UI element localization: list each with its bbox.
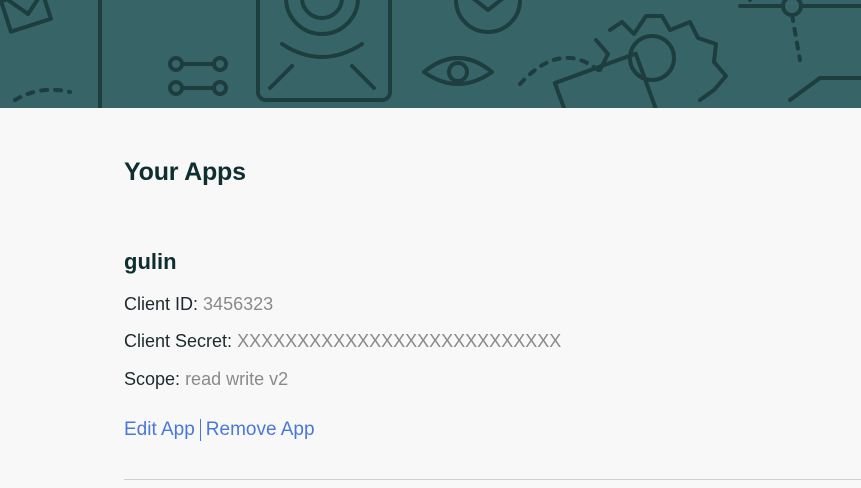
action-separator	[199, 419, 201, 441]
client-id-label: Client ID:	[124, 294, 199, 314]
apps-content: Your Apps gulin Client ID: 3456323 Clien…	[124, 108, 861, 488]
app-divider	[124, 479, 861, 480]
client-secret-row: Client Secret: XXXXXXXXXXXXXXXXXXXXXXXXX…	[124, 331, 561, 352]
app-actions: Edit App Remove App	[124, 419, 315, 441]
banner-illustration	[0, 0, 861, 108]
edit-app-link[interactable]: Edit App	[124, 419, 195, 441]
client-id-value: 3456323	[203, 294, 274, 314]
client-secret-label: Client Secret:	[124, 331, 233, 351]
client-secret-value: XXXXXXXXXXXXXXXXXXXXXXXXXXX	[237, 331, 562, 351]
page-title: Your Apps	[124, 158, 246, 186]
gear-icon	[594, 14, 728, 102]
app-name: gulin	[124, 249, 177, 274]
header-banner	[0, 0, 861, 108]
envelope-icon	[0, 0, 53, 34]
speaker-device-icon	[256, 0, 392, 102]
scope-value: read write v2	[185, 369, 289, 389]
client-id-row: Client ID: 3456323	[124, 294, 273, 315]
scope-row: Scope: read write v2	[124, 369, 288, 390]
eye-icon	[422, 56, 494, 86]
remove-app-link[interactable]: Remove App	[206, 419, 315, 441]
scope-label: Scope:	[124, 369, 181, 389]
